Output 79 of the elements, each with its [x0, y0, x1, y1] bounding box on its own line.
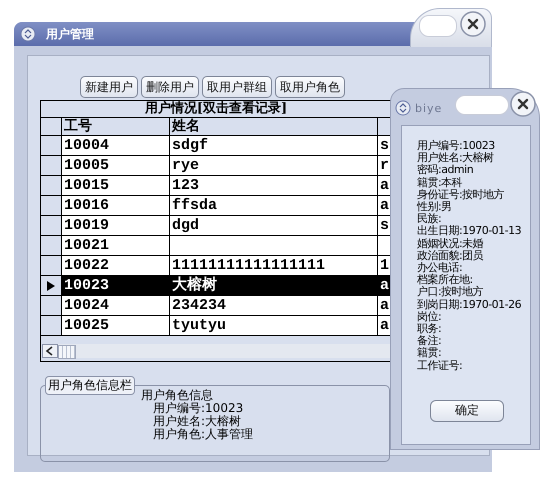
toolbar-button[interactable]: 取用户群组: [202, 76, 272, 98]
scroll-thumb[interactable]: [58, 345, 76, 359]
table-cell: 1: [380, 257, 390, 274]
detail-line: 政治面貌:团员: [417, 250, 484, 262]
table-row[interactable]: 10004 sdgf s: [41, 136, 391, 156]
horizontal-scrollbar[interactable]: [42, 344, 390, 358]
close-icon[interactable]: [460, 11, 486, 37]
table-row[interactable]: 10022 11111111111111111 1: [41, 256, 391, 276]
detail-line: 性别:男: [417, 201, 453, 214]
table-cell: 10015: [64, 177, 110, 194]
table-row[interactable]: 10016 ffsda a: [41, 196, 391, 216]
table-row[interactable]: 10005 rye r: [41, 156, 391, 176]
toolbar-button[interactable]: 取用户角色: [275, 76, 345, 98]
role-info-line: 用户姓名:大榕树: [152, 415, 242, 428]
role-heading: 用户角色信息: [141, 389, 214, 402]
ok-button[interactable]: 确定: [430, 400, 504, 422]
scroll-left-icon[interactable]: [42, 344, 58, 358]
table-cell: a: [380, 317, 390, 334]
table-cell: r: [380, 157, 390, 174]
close-icon[interactable]: [510, 91, 536, 117]
detail-line: 密码:admin: [417, 164, 474, 177]
table-cell: 大榕树: [172, 277, 217, 294]
detail-line: 档案所在地:: [417, 274, 473, 286]
detail-line: 职务:: [417, 323, 442, 336]
row-pointer-icon: [47, 280, 55, 290]
window-menu-icon[interactable]: [395, 100, 411, 116]
detail-line: 到岗日期:1970-01-26: [417, 298, 522, 311]
detail-line: 用户姓名:大榕树: [417, 152, 495, 164]
table-row[interactable]: 10024 234234 a: [41, 296, 391, 316]
table-cell: tyutyu: [172, 317, 226, 334]
detail-line: 身份证号:按时地方: [417, 188, 506, 201]
window-menu-icon[interactable]: [20, 26, 36, 42]
table-row[interactable]: 10015 123 a: [41, 176, 391, 196]
window-title: 用户管理: [46, 26, 94, 42]
toolbar-button[interactable]: 新建用户: [80, 76, 138, 98]
table-cell: 10004: [64, 137, 110, 154]
detail-line: 用户编号:10023: [417, 140, 496, 152]
detail-line: 籍贯:: [417, 347, 442, 360]
toolbar-button[interactable]: 删除用户: [141, 76, 199, 98]
table-cell: a: [380, 177, 390, 194]
detail-line: 婚姻状况:未婚: [417, 238, 484, 250]
table-row[interactable]: 10019 dgd s: [41, 216, 391, 236]
detail-line: 岗位:: [417, 310, 442, 323]
table-cell: 10016: [64, 197, 110, 214]
detail-line: 户口:按时地方: [417, 286, 484, 299]
detail-line: 出生日期:1970-01-13: [417, 225, 522, 238]
table-cell: 10021: [64, 237, 110, 254]
table-cell: s: [380, 137, 390, 154]
table-cell: 10005: [64, 157, 110, 174]
table-row[interactable]: 10023 大榕树 a: [41, 276, 391, 296]
detail-line: 工作证号:: [417, 360, 464, 372]
column-header[interactable]: 姓名: [170, 118, 378, 135]
role-info-line: 用户编号:10023: [152, 402, 244, 415]
group-legend: 用户角色信息栏: [45, 376, 135, 395]
column-header[interactable]: 工号: [62, 118, 170, 135]
table-cell: a: [380, 197, 390, 214]
table-cell: s: [380, 217, 390, 234]
table-cell: 10022: [64, 257, 110, 274]
table-cell: 11111111111111111: [172, 257, 326, 274]
table-cell: rye: [172, 157, 200, 174]
table-cell: a: [380, 297, 390, 314]
table-cell: dgd: [172, 217, 200, 234]
table-cell: sdgf: [172, 137, 208, 154]
table-cell: a: [380, 277, 390, 294]
table-cell: 234234: [172, 297, 226, 314]
detail-line: 籍贯:本科: [417, 176, 464, 189]
table-cell: 123: [172, 177, 200, 194]
table-cell: ffsda: [172, 197, 218, 214]
table-cell: 10024: [64, 297, 110, 314]
detail-line: 办公电话:: [417, 262, 462, 274]
table-row[interactable]: 10025 tyutyu a: [41, 316, 391, 336]
detail-line: 民族:: [417, 213, 442, 226]
table-row[interactable]: 10021: [41, 236, 391, 256]
detail-line: 备注:: [417, 335, 442, 348]
table-cell: 10019: [64, 217, 110, 234]
role-info-line: 用户角色:人事管理: [152, 428, 254, 441]
table-cell: 10023: [64, 277, 110, 294]
dialog-title: biye: [415, 102, 442, 114]
table-cell: 10025: [64, 317, 110, 334]
